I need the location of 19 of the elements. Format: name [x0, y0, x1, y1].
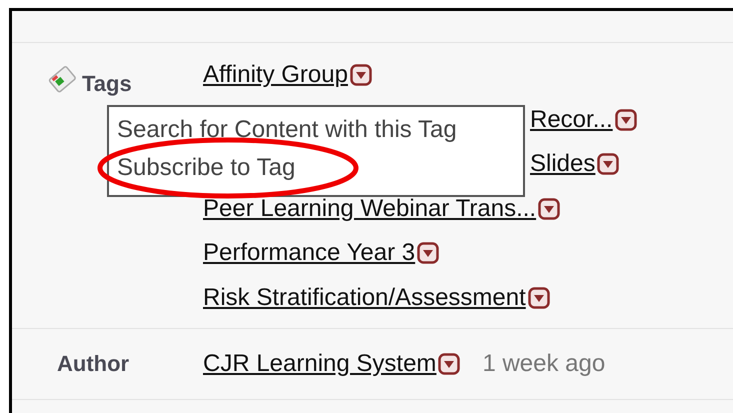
tag-link[interactable]: Affinity Group — [203, 61, 348, 90]
tag-link[interactable]: Slides — [530, 150, 596, 178]
tag-link[interactable]: Peer Learning Webinar Trans... — [203, 194, 536, 223]
menu-item[interactable]: Search for Content with this Tag — [109, 113, 523, 151]
dropdown-icon[interactable] — [438, 353, 460, 375]
dropdown-icon[interactable] — [597, 153, 620, 176]
dropdown-icon[interactable] — [538, 198, 560, 220]
tag-link[interactable]: Performance Year 3 — [203, 239, 416, 268]
author-link[interactable]: CJR Learning System — [203, 350, 436, 378]
tag-link[interactable]: Risk Stratification/Assessment — [203, 284, 526, 312]
tags-label: Tags — [82, 71, 132, 97]
dropdown-icon[interactable] — [350, 64, 372, 86]
dropdown-icon[interactable] — [614, 108, 637, 131]
author-label: Author — [57, 351, 130, 377]
time-text: 1 week ago — [482, 350, 606, 378]
tag-link[interactable]: Recor... — [530, 106, 613, 134]
menu-item[interactable]: Subscribe to Tag — [109, 151, 523, 189]
dropdown-icon[interactable] — [417, 242, 440, 264]
dropdown-icon[interactable] — [528, 286, 550, 309]
